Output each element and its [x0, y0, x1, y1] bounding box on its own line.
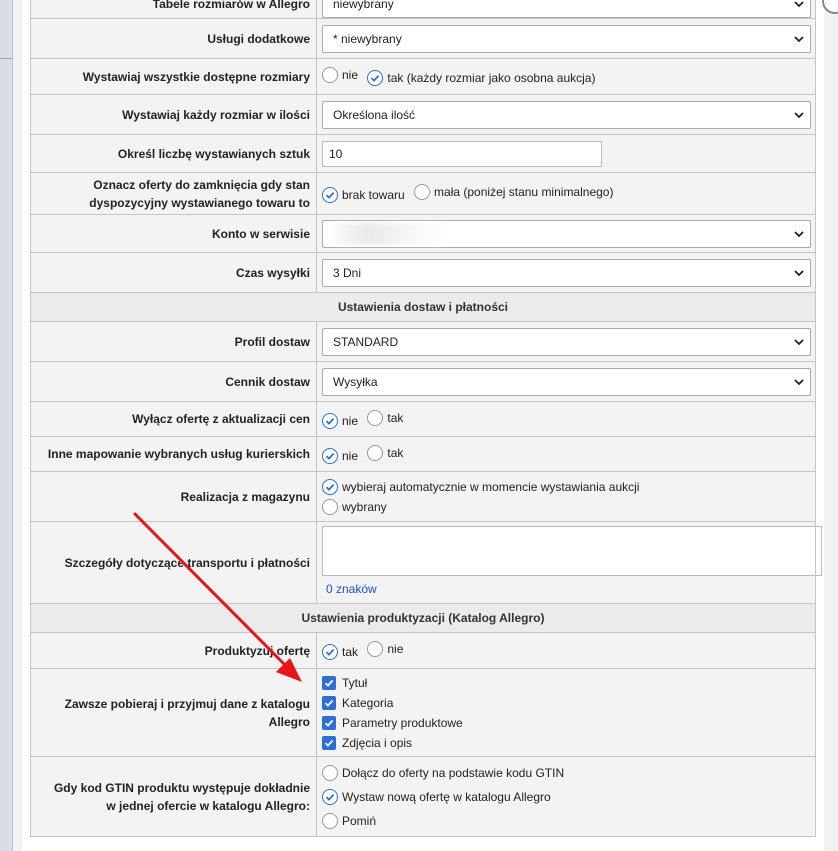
form-row-quantity: Określ liczbę wystawianych sztuk 10	[30, 134, 816, 173]
warehouse-option-auto[interactable]: wybieraj automatycznie w momencie wystaw…	[322, 478, 811, 495]
all-sizes-option-no[interactable]: nie	[322, 67, 358, 83]
form-row-transport-details: Szczegóły dotyczące transportu i płatnoś…	[30, 521, 822, 604]
settings-panel: Tabele rozmiarów w Allegro niewybrany Us…	[22, 0, 824, 851]
form-row-each-size-quantity: Wystawiaj każdy rozmiar w ilości Określo…	[30, 94, 816, 135]
form-row-warehouse: Realizacja z magazynu wybieraj automatyc…	[30, 471, 816, 522]
transport-details-label: Szczegóły dotyczące transportu i płatnoś…	[30, 521, 317, 604]
form-row-all-sizes: Wystawiaj wszystkie dostępne rozmiary ni…	[30, 58, 816, 95]
radio-icon	[367, 409, 384, 426]
account-select[interactable]	[322, 219, 811, 248]
shipping-time-select[interactable]: 3 Dni	[322, 258, 811, 287]
checkbox-checked-icon	[322, 715, 336, 730]
additional-services-select[interactable]: * niewybrany	[322, 24, 811, 53]
close-offers-label: Oznacz oferty do zamknięcia gdy stan dysp…	[30, 172, 317, 215]
size-tables-select[interactable]: niewybrany	[322, 0, 811, 18]
productize-option-no[interactable]: nie	[367, 641, 403, 657]
each-size-quantity-label: Wystawiaj każdy rozmiar w ilości	[30, 94, 317, 135]
productize-option-yes[interactable]: tak	[322, 644, 358, 660]
chevron-down-icon	[794, 338, 804, 345]
all-sizes-label: Wystawiaj wszystkie dostępne rozmiary	[30, 58, 317, 95]
form-row-account: Konto w serwisie	[30, 214, 816, 253]
transport-details-textarea[interactable]	[322, 526, 822, 576]
catalog-checkbox-images[interactable]: Zdjęcia i opis	[322, 733, 811, 753]
quantity-label: Określ liczbę wystawianych sztuk	[30, 134, 317, 173]
radio-checked-icon	[322, 478, 338, 495]
additional-services-label: Usługi dodatkowe	[30, 18, 317, 59]
exclude-option-yes[interactable]: tak	[367, 409, 403, 426]
form-row-additional-services: Usługi dodatkowe * niewybrany	[30, 18, 816, 59]
account-label: Konto w serwisie	[30, 214, 317, 253]
productize-label: Produktyzuj ofertę	[30, 632, 317, 669]
form-row-catalog-data: Zawsze pobieraj i przyjmuj dane z katalo…	[30, 668, 816, 757]
courier-mapping-label: Inne mapowanie wybranych usług kurierski…	[30, 436, 317, 472]
exclude-option-no[interactable]: nie	[322, 412, 358, 429]
chevron-down-icon	[794, 269, 804, 276]
form-row-shipping-time: Czas wysyłki 3 Dni	[30, 252, 816, 293]
chevron-down-icon	[794, 111, 804, 118]
radio-icon	[367, 641, 384, 657]
gtin-option-skip[interactable]: Pomiń	[322, 809, 811, 833]
catalog-checkbox-parameters[interactable]: Parametry produktowe	[322, 713, 811, 733]
delivery-pricelist-label: Cennik dostaw	[30, 361, 317, 402]
chevron-down-icon	[794, 230, 804, 237]
catalog-checkbox-category[interactable]: Kategoria	[322, 693, 811, 713]
checkbox-checked-icon	[322, 735, 336, 750]
radio-icon	[322, 764, 338, 781]
mapping-option-no[interactable]: nie	[322, 447, 358, 464]
radio-checked-icon	[322, 788, 338, 805]
form-row-delivery-profile: Profil dostaw STANDARD	[30, 321, 816, 362]
chevron-down-icon	[794, 0, 804, 7]
warehouse-label: Realizacja z magazynu	[30, 471, 317, 522]
shipping-time-label: Czas wysyłki	[30, 252, 317, 293]
form-row-size-tables: Tabele rozmiarów w Allegro niewybrany	[30, 0, 816, 19]
radio-icon	[414, 184, 431, 200]
chevron-down-icon	[794, 378, 804, 385]
delivery-profile-select[interactable]: STANDARD	[322, 327, 811, 356]
exclude-price-update-label: Wyłącz ofertę z aktualizacji cen	[30, 401, 317, 437]
form-row-productize: Produktyzuj ofertę tak nie	[30, 632, 816, 669]
close-option-out-of-stock[interactable]: brak towaru	[322, 187, 405, 203]
form-row-delivery-pricelist: Cennik dostaw Wysyłka	[30, 361, 816, 402]
section-productization-header: Ustawienia produktyzacji (Katalog Allegr…	[30, 603, 816, 633]
checkbox-checked-icon	[322, 695, 336, 710]
section-delivery-title: Ustawienia dostaw i płatności	[30, 292, 816, 322]
all-sizes-option-yes[interactable]: tak (każdy rozmiar jako osobna aukcja)	[367, 70, 595, 86]
form-row-courier-mapping: Inne mapowanie wybranych usług kurierski…	[30, 436, 816, 472]
section-productization-title: Ustawienia produktyzacji (Katalog Allegr…	[30, 603, 816, 633]
radio-icon	[367, 444, 384, 461]
radio-checked-icon	[367, 70, 384, 86]
catalog-checkbox-title[interactable]: Tytuł	[322, 673, 811, 693]
form-row-exclude-price-update: Wyłącz ofertę z aktualizacji cen nie tak	[30, 401, 816, 437]
each-size-quantity-select[interactable]: Określona ilość	[322, 100, 811, 129]
settings-form: Tabele rozmiarów w Allegro niewybrany Us…	[30, 0, 822, 837]
background-window-edge	[0, 0, 13, 851]
close-icon[interactable]	[822, 0, 838, 14]
section-delivery-header: Ustawienia dostaw i płatności	[30, 292, 816, 322]
radio-checked-icon	[322, 644, 338, 660]
checkbox-checked-icon	[322, 675, 336, 690]
radio-icon	[322, 67, 338, 83]
gtin-label: Gdy kod GTIN produktu występuje dokładni…	[30, 756, 317, 837]
delivery-profile-label: Profil dostaw	[30, 321, 317, 362]
mapping-option-yes[interactable]: tak	[367, 444, 403, 461]
gtin-option-join[interactable]: Dołącz do oferty na podstawie kodu GTIN	[322, 761, 811, 785]
form-row-gtin: Gdy kod GTIN produktu występuje dokładni…	[30, 756, 816, 837]
radio-checked-icon	[322, 412, 338, 429]
delivery-pricelist-select[interactable]: Wysyłka	[322, 367, 811, 396]
chevron-down-icon	[794, 35, 804, 42]
radio-checked-icon	[322, 187, 338, 203]
form-row-close-offers: Oznacz oferty do zamknięcia gdy stan dysp…	[30, 172, 816, 215]
size-tables-label: Tabele rozmiarów w Allegro	[30, 0, 317, 19]
radio-checked-icon	[322, 447, 338, 464]
character-counter: 0 znaków	[326, 582, 377, 596]
redacted-account-name	[335, 222, 445, 245]
warehouse-option-selected[interactable]: wybrany	[322, 498, 811, 515]
radio-icon	[322, 812, 338, 829]
quantity-input[interactable]: 10	[322, 140, 602, 167]
close-option-low-stock[interactable]: mała (poniżej stanu minimalnego)	[414, 184, 613, 200]
radio-icon	[322, 498, 338, 515]
catalog-data-label: Zawsze pobieraj i przyjmuj dane z katalo…	[30, 668, 317, 757]
gtin-option-new-offer[interactable]: Wystaw nową ofertę w katalogu Allegro	[322, 785, 811, 809]
